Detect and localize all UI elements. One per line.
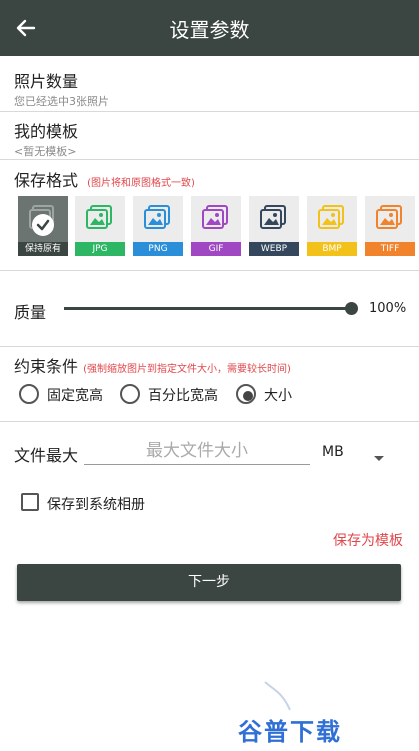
- photo-count-label: 照片数量: [14, 72, 79, 91]
- watermark-logo-icon: [262, 680, 292, 712]
- divider: [0, 159, 419, 160]
- image-icon: [86, 205, 112, 229]
- divider: [0, 346, 419, 347]
- image-icon: [202, 205, 228, 229]
- constraint-hint: (强制缩放图片到指定文件大小，需要较长时间): [83, 364, 291, 375]
- image-icon: [260, 205, 286, 229]
- file-max-label: 文件最大: [14, 446, 79, 465]
- save-format-hint: (图片将和原图格式一致): [87, 178, 195, 189]
- unit-select[interactable]: MB: [322, 444, 344, 460]
- photo-count-row: 照片数量 您已经选中3张照片: [14, 68, 404, 109]
- format-option-gif[interactable]: GIF: [191, 196, 241, 256]
- format-option-jpg[interactable]: JPG: [75, 196, 125, 256]
- format-option-bmp[interactable]: BMP: [307, 196, 357, 256]
- app-bar: 设置参数: [0, 0, 419, 56]
- page-title: 设置参数: [169, 18, 250, 42]
- next-button[interactable]: 下一步: [17, 564, 401, 601]
- quality-label: 质量: [14, 303, 47, 322]
- radio-button[interactable]: [120, 384, 140, 404]
- photo-count-sub: 您已经选中3张照片: [14, 95, 109, 108]
- image-icon: [144, 205, 170, 229]
- save-template-link[interactable]: 保存为模板: [333, 530, 403, 550]
- check-circle-icon: [32, 214, 54, 236]
- file-max-underline: [84, 464, 310, 465]
- divider: [0, 421, 419, 422]
- template-row[interactable]: 我的模板 <暂无模板>: [14, 118, 404, 159]
- radio-button[interactable]: [236, 384, 256, 404]
- format-option-png[interactable]: PNG: [133, 196, 183, 256]
- format-tag: BMP: [307, 242, 357, 256]
- format-tag: TIFF: [365, 242, 415, 256]
- format-option-webp[interactable]: WEBP: [249, 196, 299, 256]
- radio-selected-dot: [243, 391, 253, 401]
- format-tag: WEBP: [249, 242, 299, 256]
- save-album-checkbox[interactable]: [21, 493, 39, 511]
- constraint-label: 约束条件: [14, 357, 79, 376]
- quality-slider-thumb[interactable]: [345, 302, 358, 315]
- radio-label: 固定宽高: [47, 388, 103, 404]
- save-format-header: 保存格式 (图片将和原图格式一致): [14, 167, 414, 191]
- format-option-original[interactable]: 保持原有: [18, 196, 68, 256]
- image-icon: [318, 205, 344, 229]
- file-max-input[interactable]: [84, 438, 310, 464]
- save-album-label: 保存到系统相册: [47, 497, 145, 513]
- constraint-header: 约束条件 (强制缩放图片到指定文件大小，需要较长时间): [14, 353, 414, 377]
- format-option-tiff[interactable]: TIFF: [365, 196, 415, 256]
- format-tag: 保持原有: [18, 242, 68, 256]
- format-tag: JPG: [75, 242, 125, 256]
- dropdown-arrow-icon[interactable]: [373, 448, 385, 467]
- radio-label: 大小: [264, 388, 292, 404]
- radio-button[interactable]: [19, 384, 39, 404]
- save-format-label: 保存格式: [14, 171, 79, 190]
- quality-slider-track[interactable]: [64, 307, 352, 310]
- image-icon: [376, 205, 402, 229]
- quality-value: 100%: [369, 301, 407, 316]
- template-sub: <暂无模板>: [14, 145, 77, 158]
- format-tag: PNG: [133, 242, 183, 256]
- template-label: 我的模板: [14, 122, 79, 141]
- divider: [0, 111, 419, 112]
- radio-label: 百分比宽高: [148, 388, 218, 404]
- format-options: 保持原有 JPG PNG GIF WEBP BMP TIFF: [18, 196, 419, 258]
- watermark-text: 谷普下载: [238, 718, 342, 746]
- format-tag: GIF: [191, 242, 241, 256]
- divider: [0, 270, 419, 271]
